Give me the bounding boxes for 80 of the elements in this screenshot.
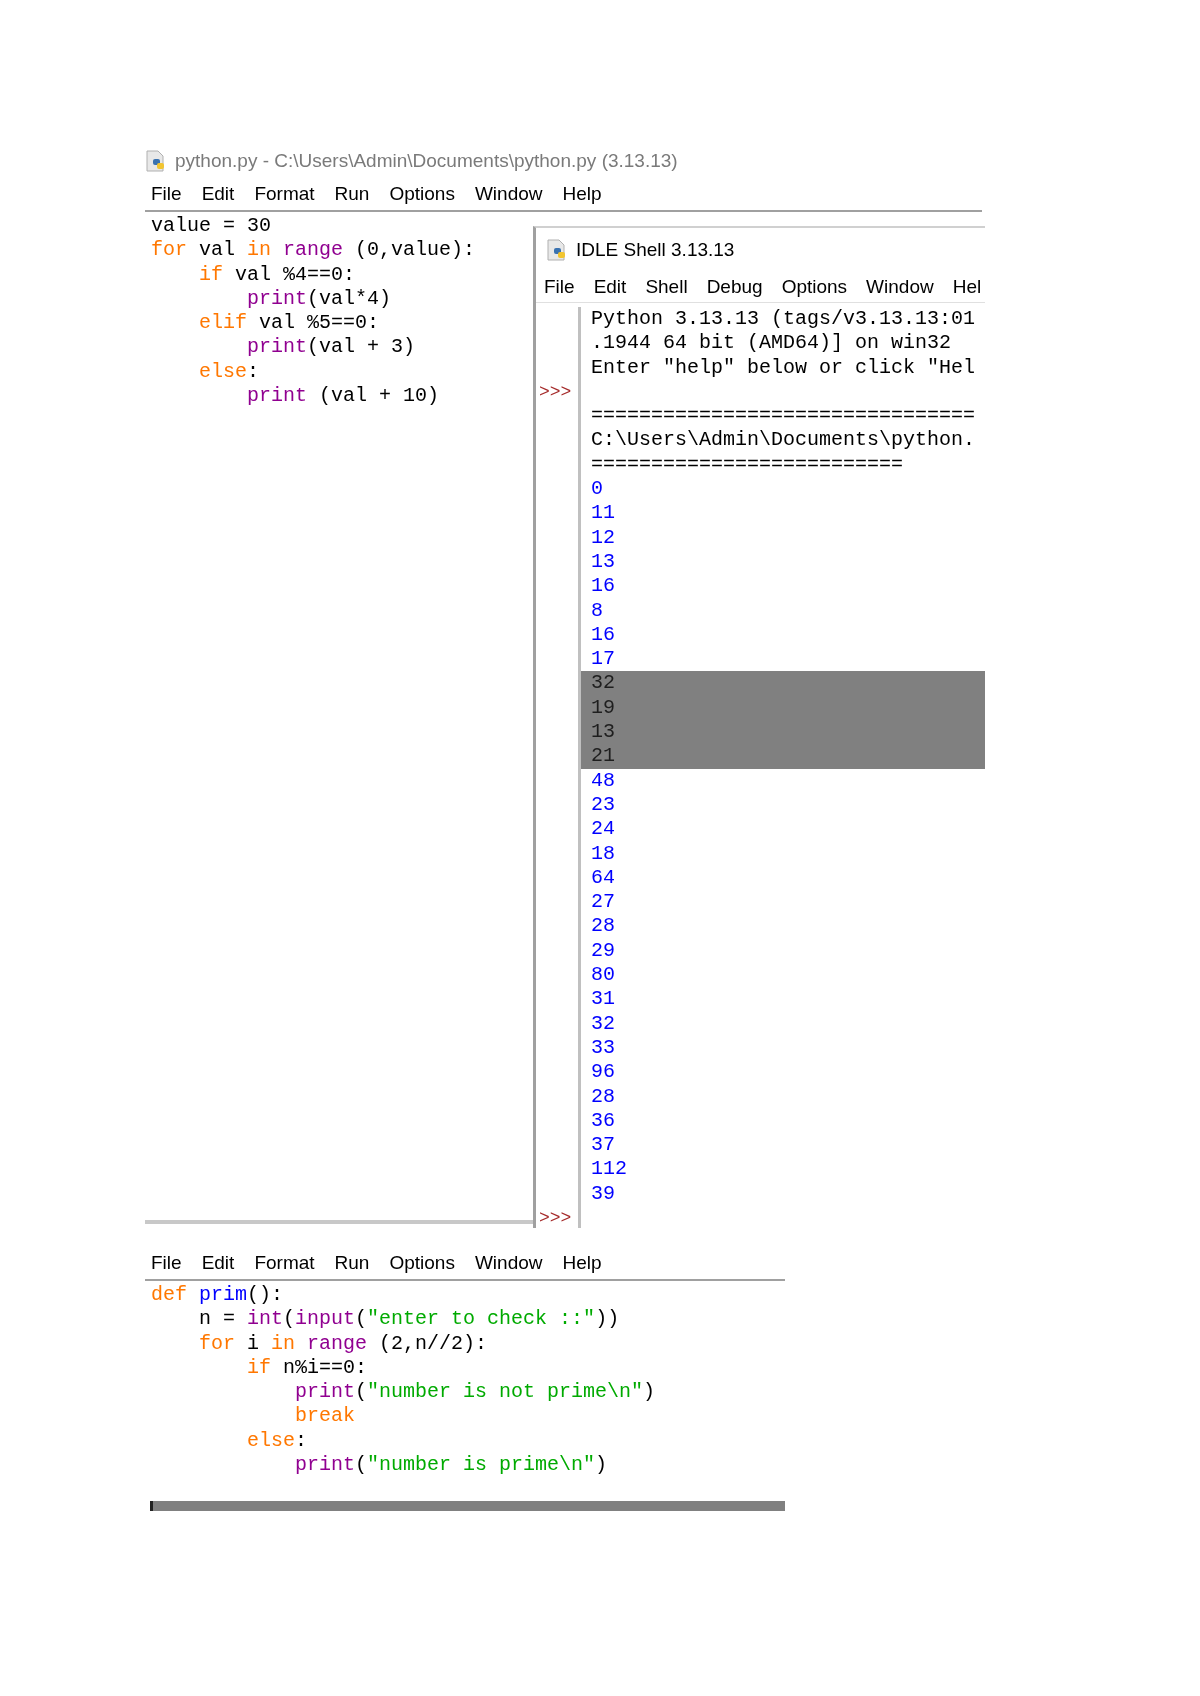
- code-line: value = 30: [150, 214, 272, 239]
- code-line: for i in range (2,n//2):: [198, 1331, 488, 1356]
- code-line: print (val + 10): [246, 384, 440, 409]
- output-line: 48: [591, 768, 615, 792]
- output-line: 0: [591, 477, 603, 501]
- menu-item[interactable]: Window: [474, 183, 543, 205]
- menu-item[interactable]: Shell: [645, 276, 688, 298]
- shell-prompt: >>>: [539, 1208, 572, 1228]
- output-line: 31: [591, 987, 615, 1011]
- output-line: 12: [591, 525, 615, 549]
- shell-text: C:\Users\Admin\Documents\python.: [591, 428, 976, 452]
- file-icon: [145, 150, 167, 172]
- output-line: 17: [591, 647, 615, 671]
- menu-item[interactable]: Edit: [201, 1252, 235, 1274]
- output-line: 23: [591, 792, 615, 816]
- output-line: 39: [591, 1181, 615, 1205]
- output-line: 28: [591, 914, 615, 938]
- output-line: 24: [591, 817, 615, 841]
- code-line: print(val + 3): [246, 335, 416, 360]
- menu-item[interactable]: Options: [781, 276, 848, 298]
- output-line: 29: [591, 938, 615, 962]
- output-line: 32: [591, 671, 615, 695]
- code-line: break: [294, 1404, 356, 1429]
- shell-text: .1944 64 bit (AMD64)] on win32: [591, 331, 952, 355]
- menu-item[interactable]: Edit: [201, 183, 235, 205]
- output-line: 28: [591, 1084, 615, 1108]
- code-line: print("number is prime\n"): [294, 1453, 608, 1478]
- code-line: if n%i==0:: [246, 1355, 368, 1381]
- menu-item[interactable]: Help: [562, 183, 602, 205]
- output-line: 33: [591, 1035, 615, 1059]
- output-line: 11: [591, 501, 615, 525]
- menu-item[interactable]: File: [151, 183, 182, 205]
- output-line: 19: [591, 695, 615, 719]
- shell-text: Enter "help" below or click "Hel: [591, 355, 976, 379]
- window-title: python.py - C:\Users\Admin\Documents\python.py (3.13.13): [175, 150, 678, 172]
- output-line: 27: [591, 890, 615, 914]
- menu-item[interactable]: Run: [334, 1252, 370, 1274]
- menu-item[interactable]: Window: [866, 276, 934, 298]
- menu-item[interactable]: Options: [389, 1252, 455, 1274]
- code-line: if val %4==0:: [198, 262, 356, 287]
- output-line: 16: [591, 574, 615, 598]
- menu-item[interactable]: File: [544, 276, 575, 298]
- code-line: else:: [198, 359, 260, 385]
- menu-item[interactable]: Debug: [706, 276, 763, 298]
- menu-item[interactable]: Options: [389, 183, 455, 205]
- menu-item[interactable]: Help: [562, 1252, 602, 1274]
- menu-item[interactable]: Edit: [593, 276, 627, 298]
- menu-item[interactable]: Format: [254, 1252, 315, 1274]
- output-line: 13: [591, 720, 615, 744]
- menu-item[interactable]: Window: [474, 1252, 543, 1274]
- output-line: 36: [591, 1108, 615, 1132]
- output-line: 16: [591, 622, 615, 646]
- window-title: IDLE Shell 3.13.13: [576, 239, 735, 261]
- code-line: print(val*4): [246, 286, 392, 312]
- code-line: for val in range (0,value):: [150, 238, 476, 263]
- menu-item[interactable]: File: [151, 1252, 182, 1274]
- menu-item[interactable]: Hel: [952, 276, 982, 298]
- output-line: 96: [591, 1060, 615, 1084]
- shell-prompt: >>>: [539, 381, 572, 402]
- output-line: 80: [591, 963, 615, 986]
- shell-text: ==========================: [591, 452, 904, 476]
- code-line: elif val %5==0:: [198, 311, 380, 336]
- file-icon: [546, 239, 568, 261]
- menu-item[interactable]: Format: [254, 183, 315, 205]
- output-line: 8: [591, 598, 603, 622]
- shell-text: ================================: [591, 404, 976, 428]
- output-line: 18: [591, 841, 615, 865]
- output-line: 32: [591, 1011, 615, 1035]
- menu-item[interactable]: Run: [334, 183, 370, 205]
- code-line: def prim():: [150, 1283, 284, 1308]
- code-line: else:: [246, 1428, 308, 1454]
- code-line: n = int(input("enter to check ::")): [198, 1307, 620, 1332]
- output-line: 112: [591, 1157, 627, 1181]
- output-line: 13: [591, 549, 615, 573]
- output-line: 37: [591, 1133, 615, 1157]
- output-line: 21: [591, 744, 615, 768]
- code-line: print("number is not prime\n"): [294, 1380, 656, 1405]
- output-line: 64: [591, 865, 615, 889]
- scroll-bar[interactable]: [150, 1501, 785, 1512]
- shell-text: Python 3.13.13 (tags/v3.13.13:01: [591, 307, 976, 330]
